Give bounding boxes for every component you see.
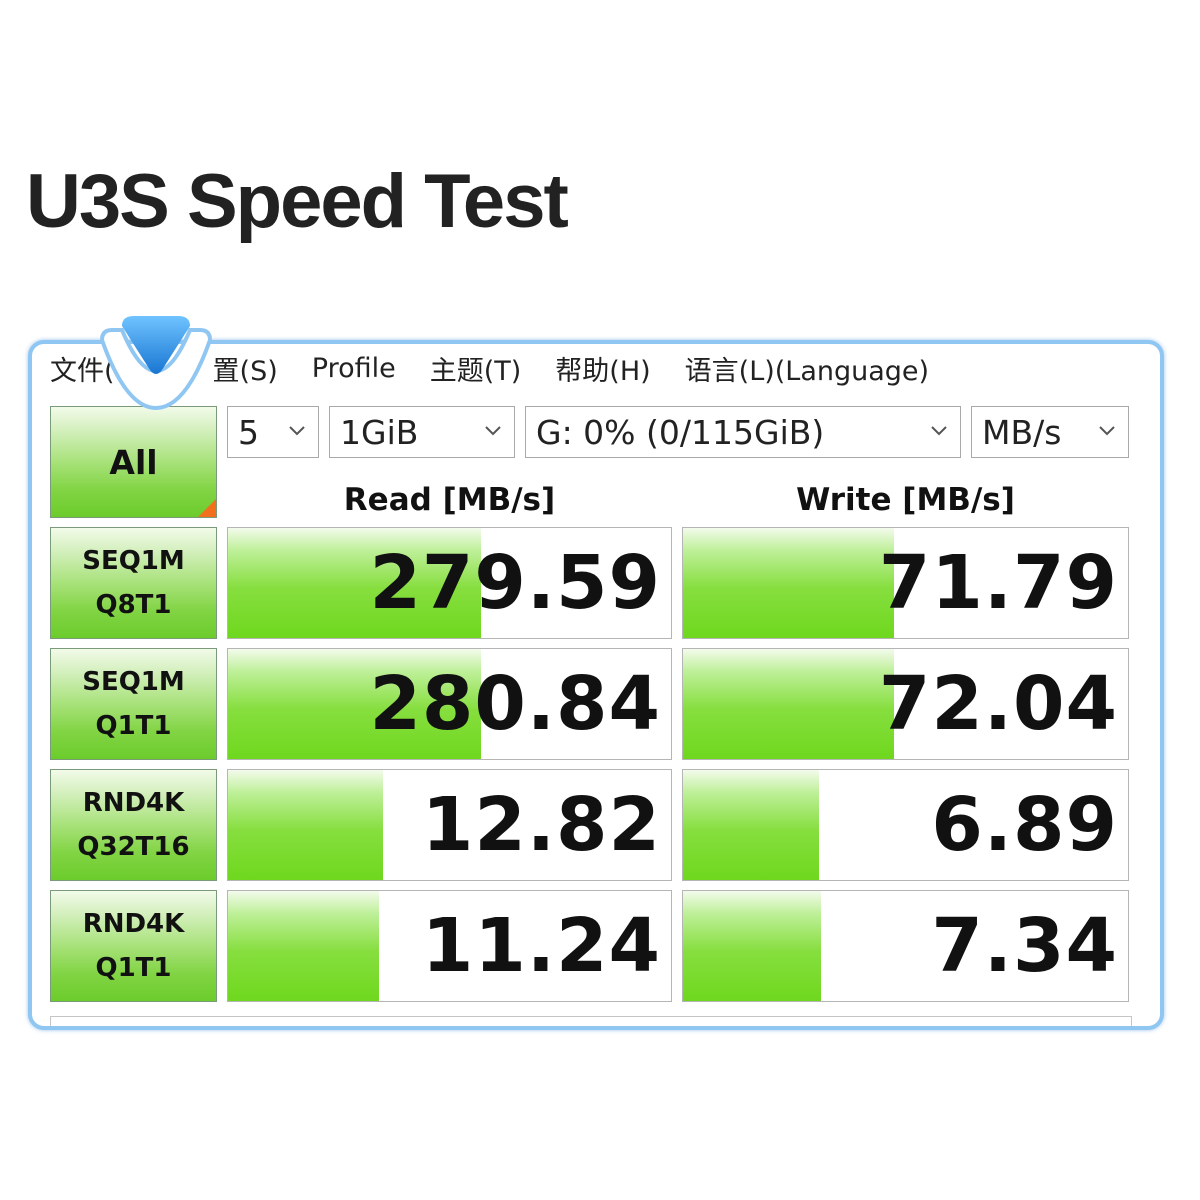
chevron-down-icon — [289, 426, 305, 436]
write-progress-bar — [683, 649, 895, 759]
test-button-rnd4k-q32t16[interactable]: RND4K Q32T16 — [50, 769, 217, 881]
write-value: 7.34 — [931, 903, 1118, 989]
read-value: 11.24 — [421, 903, 661, 989]
chevron-down-icon — [485, 426, 501, 436]
read-result-cell: 280.84 — [227, 648, 672, 760]
read-result-cell: 11.24 — [227, 890, 672, 1002]
test-name: RND4K — [82, 909, 185, 939]
write-result-cell: 6.89 — [682, 769, 1129, 881]
test-params: Q32T16 — [77, 832, 190, 862]
write-result-cell: 71.79 — [682, 527, 1129, 639]
chevron-down-icon — [1099, 426, 1115, 436]
write-value: 6.89 — [931, 782, 1118, 868]
test-params: Q8T1 — [95, 590, 172, 620]
read-value: 279.59 — [369, 540, 661, 626]
write-column-header: Write [MB/s] — [796, 482, 1015, 518]
write-progress-bar — [683, 528, 895, 638]
all-button-label: All — [109, 442, 158, 482]
test-params: Q1T1 — [95, 711, 172, 741]
size-select[interactable]: 1GiB — [329, 406, 515, 458]
menu-settings[interactable]: 置(S) — [213, 349, 278, 388]
corner-marker — [198, 499, 216, 517]
test-name: SEQ1M — [82, 667, 185, 697]
size-select-value: 1GiB — [340, 412, 419, 452]
drive-select[interactable]: G: 0% (0/115GiB) — [525, 406, 961, 458]
write-value: 72.04 — [878, 661, 1118, 747]
write-value: 71.79 — [878, 540, 1118, 626]
write-progress-bar — [683, 891, 821, 1001]
chevron-down-icon — [931, 426, 947, 436]
test-button-seq1m-q8t1[interactable]: SEQ1M Q8T1 — [50, 527, 217, 639]
write-progress-bar — [683, 770, 819, 880]
read-value: 280.84 — [369, 661, 661, 747]
page-title: U3S Speed Test — [26, 159, 569, 244]
read-progress-bar — [228, 770, 384, 880]
count-select-value: 5 — [238, 412, 259, 452]
comment-field[interactable] — [50, 1016, 1132, 1026]
menu-theme[interactable]: 主题(T) — [430, 349, 522, 388]
test-params: Q1T1 — [95, 953, 172, 983]
test-button-seq1m-q1t1[interactable]: SEQ1M Q1T1 — [50, 648, 217, 760]
unit-select-value: MB/s — [982, 412, 1062, 452]
count-select[interactable]: 5 — [227, 406, 319, 458]
test-name: SEQ1M — [82, 546, 185, 576]
all-button[interactable]: All — [50, 406, 217, 518]
test-name: RND4K — [82, 788, 185, 818]
write-result-cell: 72.04 — [682, 648, 1129, 760]
app-window: 文件( 置(S) Profile 主题(T) 帮助(H) 语言(L)(Langu… — [28, 340, 1164, 1030]
menu-language[interactable]: 语言(L)(Language) — [685, 349, 929, 388]
read-value: 12.82 — [421, 782, 661, 868]
read-result-cell: 12.82 — [227, 769, 672, 881]
location-pointer-icon — [99, 316, 213, 410]
menu-profile[interactable]: Profile — [312, 353, 396, 384]
unit-select[interactable]: MB/s — [971, 406, 1129, 458]
write-result-cell: 7.34 — [682, 890, 1129, 1002]
read-progress-bar — [228, 891, 379, 1001]
test-button-rnd4k-q1t1[interactable]: RND4K Q1T1 — [50, 890, 217, 1002]
menu-help[interactable]: 帮助(H) — [555, 349, 650, 388]
read-column-header: Read [MB/s] — [343, 482, 556, 518]
read-result-cell: 279.59 — [227, 527, 672, 639]
drive-select-value: G: 0% (0/115GiB) — [536, 412, 825, 452]
